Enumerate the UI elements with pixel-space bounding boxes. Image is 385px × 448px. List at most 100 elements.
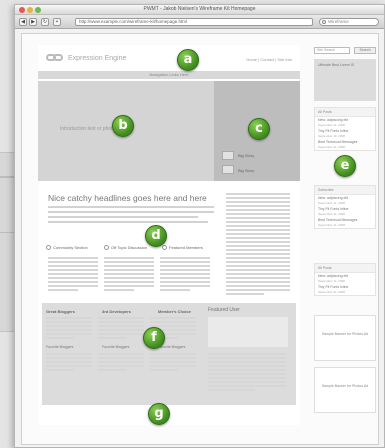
- title-bar[interactable]: PWMT - Jakob Nielsen's Wireframe Kit Hom…: [15, 5, 384, 15]
- sidebar-ad[interactable]: Ultimate Best Lorem IS: [314, 59, 376, 101]
- footer-column-title: Great Bloggers: [46, 309, 75, 314]
- text-line: [160, 281, 210, 283]
- text-line: [48, 273, 98, 275]
- text-line: [98, 369, 126, 371]
- back-button[interactable]: ◀: [19, 18, 27, 26]
- text-line: [150, 365, 196, 367]
- sidebar-banner[interactable]: Sample Banner for Photos Ad: [314, 315, 376, 361]
- feature-thumbnail[interactable]: [222, 151, 234, 160]
- sidebar-box: Subscribe New: adipiscing elit September …: [314, 185, 376, 229]
- text-line: [160, 289, 190, 291]
- text-line: [208, 365, 286, 367]
- site-logo[interactable]: [46, 53, 64, 63]
- callout-marker-g: g: [148, 403, 170, 425]
- text-line: [46, 329, 92, 331]
- site-search-input[interactable]: Site Search: [314, 47, 350, 54]
- text-line: [226, 289, 290, 291]
- browser-search-field[interactable]: Wireframe: [319, 18, 379, 26]
- text-line: [104, 285, 154, 287]
- section-heading[interactable]: Featured Members: [162, 245, 203, 250]
- circle-icon: [46, 245, 51, 250]
- text-line: [98, 329, 144, 331]
- text-line: [48, 277, 98, 279]
- text-line: [48, 285, 98, 287]
- main-navbar[interactable]: Navigation Links Here: [38, 71, 300, 79]
- text-line: [48, 257, 98, 259]
- sidebar-box: All Posts New: adipiscing elit September …: [314, 263, 376, 296]
- site-name[interactable]: Expression Engine: [68, 55, 126, 62]
- footer-column-title: Member's Choice: [158, 309, 191, 314]
- forward-button[interactable]: ▶: [29, 18, 37, 26]
- sidebar-banner[interactable]: Sample Banner for Photos Ad: [314, 367, 376, 413]
- text-line: [208, 369, 286, 371]
- text-line: [208, 361, 286, 363]
- text-line: [48, 265, 98, 267]
- text-line: [226, 225, 290, 227]
- text-line: [46, 369, 74, 371]
- text-line: [98, 365, 144, 367]
- text-line: [46, 321, 92, 323]
- search-icon: [322, 20, 326, 24]
- text-line: [226, 193, 290, 195]
- text-line: [48, 211, 214, 213]
- logo-ring: [53, 54, 63, 61]
- text-line: [150, 353, 196, 355]
- text-line: [46, 337, 74, 339]
- sidebar-ad-text: Ultimate Best Lorem IS: [318, 63, 354, 67]
- text-line: [160, 257, 210, 259]
- text-line: [150, 325, 196, 327]
- text-line: [226, 273, 290, 275]
- text-line: [160, 269, 210, 271]
- feature-label[interactable]: Big Story: [238, 153, 254, 158]
- text-line: [226, 253, 290, 255]
- text-line: [48, 261, 98, 263]
- sidebar-link[interactable]: New: adipiscing elit September 11, 2008: [315, 195, 375, 206]
- site-search-button[interactable]: Search: [354, 47, 376, 54]
- text-line: [226, 221, 290, 223]
- text-line: [150, 357, 196, 359]
- sidebar-link[interactable]: Tiny Fit Fonts Inline September 11, 2008: [315, 206, 375, 217]
- text-line: [208, 357, 286, 359]
- add-bookmark-button[interactable]: +: [53, 18, 61, 26]
- text-line: [98, 353, 144, 355]
- sidebar-link[interactable]: Best Technical Messages September 11, 200…: [315, 217, 375, 228]
- featured-user-title: Featured User: [208, 307, 240, 313]
- sidebar-link[interactable]: Best Technical Messages September 11, 200…: [315, 139, 375, 150]
- text-line: [208, 373, 286, 375]
- right-sidebar: Site Search Search Ultimate Best Lorem I…: [310, 45, 378, 425]
- text-line: [48, 289, 78, 291]
- section-heading[interactable]: Community Section: [46, 245, 88, 250]
- text-line: [104, 265, 154, 267]
- featured-user: Featured User: [208, 307, 290, 401]
- text-line: [98, 325, 144, 327]
- text-line: [104, 277, 154, 279]
- top-utility-nav[interactable]: Home | Contact | Site Info: [246, 57, 292, 62]
- callout-marker-b: b: [112, 115, 134, 137]
- sidebar-link[interactable]: Tiny Fit Fonts Inline September 11, 2008: [315, 128, 375, 139]
- sidebar-box-heading: Subscribe: [315, 186, 375, 195]
- text-line: [48, 206, 214, 208]
- address-bar[interactable]: http://www.example.com/wireframe-kit/hom…: [75, 18, 313, 26]
- text-line: [46, 353, 92, 355]
- text-line: [98, 321, 144, 323]
- text-line: [104, 273, 154, 275]
- feature-thumbnail[interactable]: [222, 165, 234, 174]
- section-heading[interactable]: Off Topic Discussion: [104, 245, 147, 250]
- footer-column-subtitle[interactable]: Favorite Bloggers: [102, 345, 129, 349]
- text-line: [226, 213, 290, 215]
- footer-column-subtitle[interactable]: Favorite Bloggers: [158, 345, 185, 349]
- reload-button[interactable]: ↻: [41, 18, 49, 26]
- text-line: [104, 261, 154, 263]
- sidebar-link[interactable]: New: adipiscing elit September 11, 2008: [315, 273, 375, 284]
- text-line: [226, 197, 290, 199]
- sidebar-link[interactable]: New: adipiscing elit September 11, 2008: [315, 117, 375, 128]
- feature-label[interactable]: Big Story: [238, 168, 254, 173]
- wireframe-page: Expression Engine Home | Contact | Site …: [38, 45, 300, 425]
- text-line: [46, 361, 92, 363]
- footer-column-subtitle[interactable]: Favorite Bloggers: [46, 345, 73, 349]
- text-line: [208, 385, 286, 387]
- sidebar-link[interactable]: Tiny Fit Fonts Inline September 11, 2008: [315, 284, 375, 295]
- featured-user-photo[interactable]: [208, 317, 288, 347]
- text-line: [160, 265, 210, 267]
- text-line: [226, 241, 290, 243]
